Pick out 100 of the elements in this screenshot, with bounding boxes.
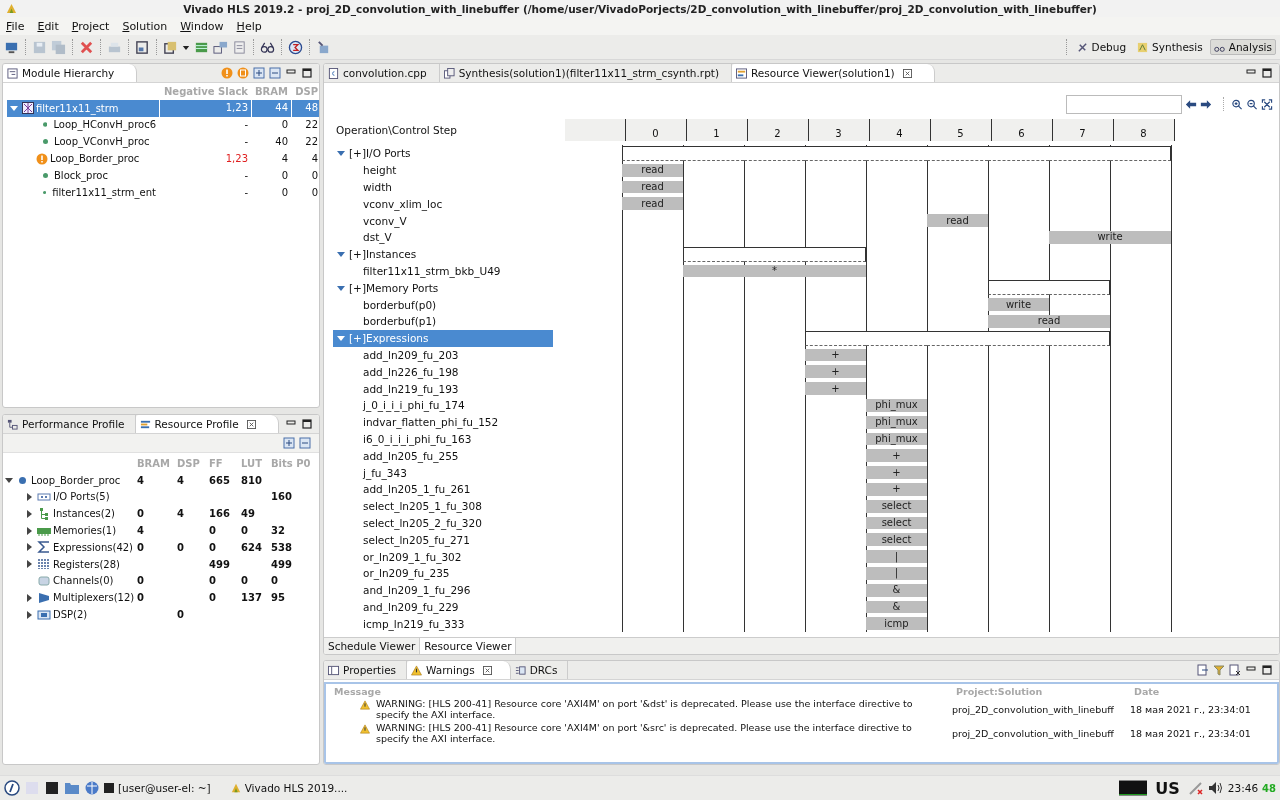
menu-item[interactable]: Edit xyxy=(33,19,63,33)
operation-row[interactable]: j_fu_343 xyxy=(333,464,553,481)
close-icon[interactable] xyxy=(246,419,256,429)
keyboard-layout[interactable]: US xyxy=(1155,778,1180,798)
operation-row[interactable]: icmp_ln219_fu_333 xyxy=(333,615,553,633)
tree-row[interactable]: filter11x11_strm_ent - 0 0 xyxy=(7,183,319,201)
expand-arrow-icon[interactable] xyxy=(25,610,33,619)
operation-row[interactable]: borderbuf(p0) xyxy=(333,296,553,313)
tree-row[interactable]: Memories(1) 4 0 0 32 xyxy=(5,522,319,539)
taskbar-item[interactable]: Vivado HLS 2019.... xyxy=(230,782,348,794)
operation-row[interactable]: add_ln205_1_fu_261 xyxy=(333,480,553,498)
group-row[interactable]: [+]Instances xyxy=(333,245,553,263)
zoom-out-icon[interactable] xyxy=(1246,98,1258,110)
operation-row[interactable]: or_ln209_1_fu_302 xyxy=(333,548,553,565)
operation-row[interactable]: or_ln209_fu_235 xyxy=(333,564,553,582)
expand-arrow-icon[interactable] xyxy=(25,593,33,602)
panel-tab[interactable]: Performance Profile xyxy=(3,415,136,433)
back-arrow-icon[interactable] xyxy=(1185,98,1197,110)
tree-row[interactable]: Loop_VConvH_proc - 40 22 xyxy=(7,133,319,151)
tree-row[interactable]: DSP(2) 0 xyxy=(5,606,319,623)
group-row[interactable]: [+]Memory Ports xyxy=(333,279,553,297)
zoom-in-icon[interactable] xyxy=(1231,98,1243,110)
tree-row[interactable]: filter11x11_strm 1,23 44 48 xyxy=(7,99,319,117)
operation-row[interactable]: add_ln226_fu_198 xyxy=(333,363,553,381)
taskbar-item[interactable]: [user@user-el: ~] xyxy=(104,782,211,794)
delete-icon[interactable] xyxy=(79,39,94,55)
search-field[interactable] xyxy=(1066,94,1182,114)
operation-row[interactable]: select_ln205_fu_271 xyxy=(333,531,553,549)
tree-row[interactable]: Channels(0) 0 0 0 0 xyxy=(5,572,319,590)
sigma-icon[interactable] xyxy=(288,39,303,55)
panel-tab[interactable]: Module Hierarchy xyxy=(3,64,138,82)
expand-arrow-icon[interactable] xyxy=(337,283,345,292)
operation-row[interactable]: add_ln205_fu_255 xyxy=(333,447,553,465)
export-icon[interactable] xyxy=(1197,664,1209,676)
clock[interactable]: 23:46 xyxy=(1227,782,1259,794)
expand-arrow-icon[interactable] xyxy=(337,149,345,158)
collapse-all-icon[interactable] xyxy=(269,67,281,79)
operation-row[interactable]: select_ln205_1_fu_308 xyxy=(333,497,553,515)
menu-item[interactable]: Project xyxy=(67,19,114,33)
operation-row[interactable]: j_0_i_i_i_phi_fu_174 xyxy=(333,396,553,414)
menu-item[interactable]: Solution xyxy=(118,19,172,33)
warning-row[interactable]: WARNING: [HLS 200-41] Resource core 'AXI4M' on port '&src' is deprecated. Please use the interface directive to specify the AXI interface. proj_2D_convolution_with_linebuff 18 мая 2021 г., 23:34:01 xyxy=(326,722,1277,744)
operation-row[interactable]: width xyxy=(333,178,553,196)
collapse-all-icon[interactable] xyxy=(299,437,311,449)
maximize-icon[interactable] xyxy=(1261,67,1273,79)
group-row[interactable]: [+]I/O Ports xyxy=(333,145,553,162)
tree-row[interactable]: Loop_Border_proc 1,23 4 4 xyxy=(7,150,319,167)
menu-item[interactable]: File xyxy=(2,19,29,33)
expand-all-icon[interactable] xyxy=(283,437,295,449)
expand-arrow-icon[interactable] xyxy=(25,526,33,535)
operation-row[interactable]: add_ln209_fu_203 xyxy=(333,346,553,364)
operation-row[interactable]: add_ln219_fu_193 xyxy=(333,380,553,397)
panel-tab[interactable]: Resource Profile xyxy=(135,415,279,433)
network-icon[interactable] xyxy=(1187,780,1204,796)
tree-row[interactable]: I/O Ports(5) 160 xyxy=(5,488,319,506)
menu-item[interactable]: Window xyxy=(176,19,228,33)
expand-arrow-icon[interactable] xyxy=(25,560,33,569)
operation-row[interactable]: vconv_xlim_loc xyxy=(333,195,553,213)
editor-tab[interactable]: convolution.cpp xyxy=(324,64,440,82)
fit-icon[interactable] xyxy=(1261,98,1273,110)
expand-arrow-icon[interactable] xyxy=(25,543,33,552)
expand-arrow-icon[interactable] xyxy=(25,493,33,501)
volume-icon[interactable] xyxy=(1207,780,1224,796)
globe-icon[interactable] xyxy=(84,780,100,796)
forward-arrow-icon[interactable] xyxy=(1200,98,1212,110)
expand-arrow-icon[interactable] xyxy=(5,476,13,485)
close-icon[interactable] xyxy=(482,665,492,675)
maximize-icon[interactable] xyxy=(1261,664,1273,676)
close-icon[interactable] xyxy=(902,68,912,78)
perspective-button[interactable]: Analysis xyxy=(1209,39,1276,55)
maximize-icon[interactable] xyxy=(301,67,313,79)
tree-row[interactable]: Block_proc - 0 0 xyxy=(7,167,319,184)
viewer-tab[interactable]: Resource Viewer xyxy=(420,638,517,654)
warning-row[interactable]: WARNING: [HLS 200-41] Resource core 'AXI4M' on port '&dst' is deprecated. Please use the interface directive to specify the AXI interface. proj_2D_convolution_with_linebuff 18 мая 2021 г., 23:34:01 xyxy=(326,698,1277,720)
expand-all-icon[interactable] xyxy=(253,67,265,79)
editor-tab[interactable]: Resource Viewer(solution1) xyxy=(732,64,935,82)
group-row[interactable]: [+]Expressions xyxy=(333,329,553,347)
tree-row[interactable]: Loop_Border_proc 4 4 665 810 xyxy=(5,471,319,489)
windows-icon[interactable] xyxy=(213,39,228,55)
operation-row[interactable]: and_ln209_1_fu_296 xyxy=(333,581,553,599)
operation-row[interactable]: vconv_V xyxy=(333,212,553,229)
operation-row[interactable]: i6_0_i_i_i_phi_fu_163 xyxy=(333,430,553,448)
perspective-button[interactable]: Synthesis xyxy=(1133,39,1207,55)
maximize-icon[interactable] xyxy=(301,418,313,430)
operation-row[interactable]: filter11x11_strm_bkb_U49 xyxy=(333,262,553,280)
menu-item[interactable]: Help xyxy=(232,19,266,33)
operation-row[interactable]: and_ln209_fu_229 xyxy=(333,598,553,616)
expand-arrow-icon[interactable] xyxy=(337,250,345,259)
tree-row[interactable]: Multiplexers(12) 0 0 137 95 xyxy=(5,589,319,607)
perspective-button[interactable]: Debug xyxy=(1072,39,1131,55)
filter-icon[interactable] xyxy=(1213,664,1225,676)
terminal-icon[interactable] xyxy=(44,780,60,796)
operation-row[interactable]: select_ln205_2_fu_320 xyxy=(333,514,553,532)
tree-row[interactable]: Expressions(42) 0 0 0 624 538 xyxy=(5,539,319,556)
report-icon[interactable] xyxy=(163,39,178,55)
start-menu-icon[interactable] xyxy=(4,780,20,796)
clear-icon[interactable] xyxy=(1229,664,1241,676)
tree-row[interactable]: Registers(28) 499 499 xyxy=(5,555,319,573)
operation-row[interactable]: indvar_flatten_phi_fu_152 xyxy=(333,413,553,431)
operation-row[interactable]: height xyxy=(333,161,553,179)
